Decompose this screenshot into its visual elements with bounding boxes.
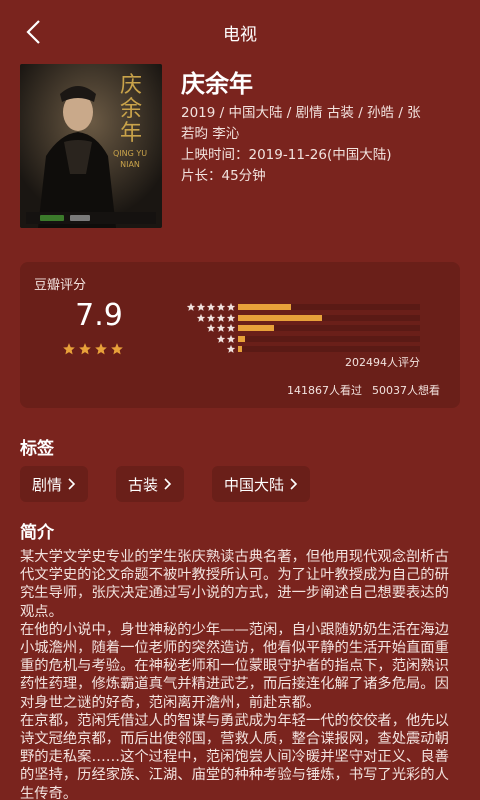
distribution-bar [238,346,242,352]
small-star-icon [206,323,216,332]
star-icon [79,343,91,355]
distribution-stars [176,334,236,344]
star-icon [111,343,123,355]
intro-paragraph: 在京都，范闲凭借过人的智谋与勇武成为年轻一代的佼佼者，他先以诗文冠绝京都，而后出… [20,712,449,800]
tags-heading: 标签 [20,439,54,459]
tag-drama[interactable]: 剧情 [20,466,89,502]
distribution-row [176,313,420,323]
distribution-stars [176,313,236,323]
watched-count: 141867人看过 [287,384,362,397]
info-line-2: 若昀 李沁 [181,126,240,142]
tag-label: 中国大陆 [224,475,285,494]
distribution-stars [176,344,236,354]
small-star-icon [196,302,206,311]
small-star-icon [216,302,226,311]
release-date: 上映时间：2019-11-26(中国大陆) [181,147,392,163]
distribution-row [176,334,420,344]
poster-image[interactable]: 庆余年 QING YU NIAN [20,64,162,228]
distribution-track [238,314,420,321]
intro-paragraph: 在他的小说中，身世神秘的少年——范闲，自小跟随奶奶生活在海边小城澹州，随着一位老… [20,621,449,711]
info-line-1: 2019 / 中国大陆 / 剧情 古装 / 孙皓 / 张 [181,105,421,121]
rating-count: 202494人评分 [345,356,420,369]
distribution-stars [176,323,236,333]
small-star-icon [216,334,226,343]
intro-heading: 简介 [20,523,54,543]
tag-mainland-china[interactable]: 中国大陆 [212,466,311,502]
small-star-icon [226,323,236,332]
small-star-icon [226,334,236,343]
small-star-icon [206,313,216,322]
distribution-row [176,302,420,312]
star-icon [95,343,107,355]
intro-paragraph: 某大学文学史专业的学生张庆熟读古典名著，但他用现代观念剖析古代文学史的论文命题不… [20,549,449,620]
movie-title: 庆余年 [181,70,253,98]
top-bar: 电视 [0,0,480,64]
poster-subtitle: QING YU NIAN [112,149,148,169]
small-star-icon [226,302,236,311]
rating-label: 豆瓣评分 [34,278,87,293]
star-icon [63,343,75,355]
small-star-icon [196,313,206,322]
tag-costume[interactable]: 古装 [116,466,185,502]
tag-label: 古装 [128,475,159,494]
watch-stats: 141867人看过 50037人想看 [287,382,440,398]
poster-title-art: 庆余年 [120,73,143,146]
distribution-track [238,325,420,331]
distribution-row [176,344,420,354]
rating-card: 豆瓣评分 7.9 202494人评分 141867人看过 50037人想看 [20,262,460,408]
small-star-icon [216,323,226,332]
duration: 片长：45分钟 [181,168,266,184]
tag-label: 剧情 [32,475,63,494]
small-star-icon [216,313,226,322]
distribution-bar [238,304,291,310]
page-title: 电视 [223,25,257,45]
want-count: 50037人想看 [372,384,440,397]
chevron-right-icon [68,478,76,490]
distribution-bar [238,314,322,321]
small-star-icon [226,313,236,322]
distribution-track [238,346,420,352]
small-star-icon [206,302,216,311]
distribution-bar [238,335,246,342]
chevron-right-icon [164,478,172,490]
distribution-track [238,304,420,310]
rating-stars [62,342,124,356]
intro-text: 某大学文学史专业的学生张庆熟读古典名著，但他用现代观念剖析古代文学史的论文命题不… [20,548,460,800]
distribution-row [176,323,420,333]
small-star-icon [186,302,196,311]
distribution-bar [238,325,275,331]
small-star-icon [226,344,236,353]
chevron-right-icon [290,478,298,490]
distribution-stars [176,302,236,312]
rating-score: 7.9 [75,298,123,333]
distribution-track [238,335,420,342]
